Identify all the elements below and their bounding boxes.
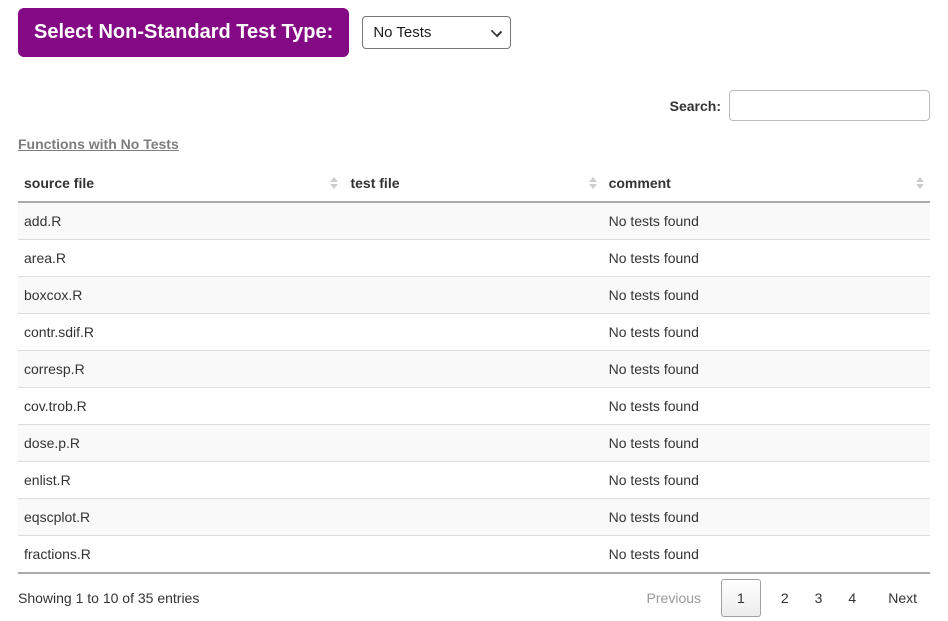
sort-icon: [330, 177, 339, 189]
sort-icon: [916, 177, 924, 189]
search-input[interactable]: [729, 90, 930, 121]
table-row[interactable]: cov.trob.R No tests found: [18, 387, 930, 425]
pagination: Previous 1 2 3 4 Next: [634, 579, 930, 617]
cell-test-file: [344, 535, 603, 574]
pagination-page-1[interactable]: 1: [721, 579, 761, 617]
test-type-select-wrap: No Tests: [362, 16, 512, 49]
cell-test-file: [344, 202, 603, 240]
section-link-functions-no-tests[interactable]: Functions with No Tests: [18, 136, 179, 152]
cell-comment: No tests found: [602, 424, 930, 462]
table-footer: Showing 1 to 10 of 35 entries Previous 1…: [18, 579, 930, 617]
cell-source-file: corresp.R: [18, 350, 345, 388]
cell-source-file: eqscplot.R: [18, 498, 345, 536]
cell-source-file: enlist.R: [18, 461, 345, 499]
cell-test-file: [344, 387, 603, 425]
test-type-label: Select Non-Standard Test Type:: [18, 8, 350, 57]
cell-comment: No tests found: [602, 498, 930, 536]
table-header-row: source file test file comment: [18, 165, 930, 203]
test-type-control: Select Non-Standard Test Type: No Tests: [18, 8, 930, 57]
cell-source-file: cov.trob.R: [18, 387, 345, 425]
cell-source-file: contr.sdif.R: [18, 313, 345, 351]
cell-comment: No tests found: [602, 535, 930, 574]
col-header-comment-label: comment: [608, 175, 671, 191]
cell-comment: No tests found: [602, 350, 930, 388]
cell-test-file: [344, 350, 603, 388]
cell-comment: No tests found: [602, 313, 930, 351]
cell-test-file: [344, 239, 603, 277]
table-row[interactable]: area.R No tests found: [18, 239, 930, 277]
cell-comment: No tests found: [602, 239, 930, 277]
table-row[interactable]: corresp.R No tests found: [18, 350, 930, 388]
table-row[interactable]: dose.p.R No tests found: [18, 424, 930, 462]
pagination-page-3[interactable]: 3: [802, 580, 836, 616]
cell-test-file: [344, 461, 603, 499]
col-header-source-file[interactable]: source file: [18, 165, 345, 203]
col-header-comment[interactable]: comment: [602, 165, 930, 203]
col-header-source-file-label: source file: [24, 175, 95, 191]
results-table: source file test file comment add.R No t…: [18, 165, 930, 574]
col-header-test-file[interactable]: test file: [344, 165, 603, 203]
table-info: Showing 1 to 10 of 35 entries: [18, 590, 200, 606]
pagination-page-4[interactable]: 4: [835, 580, 869, 616]
table-row[interactable]: enlist.R No tests found: [18, 461, 930, 499]
cell-comment: No tests found: [602, 202, 930, 240]
search-label: Search:: [669, 97, 721, 114]
cell-source-file: fractions.R: [18, 535, 345, 574]
cell-comment: No tests found: [602, 387, 930, 425]
pagination-page-2[interactable]: 2: [768, 580, 802, 616]
pagination-previous[interactable]: Previous: [634, 580, 714, 616]
cell-comment: No tests found: [602, 276, 930, 314]
sort-icon: [588, 177, 597, 189]
cell-comment: No tests found: [602, 461, 930, 499]
cell-source-file: area.R: [18, 239, 345, 277]
cell-source-file: add.R: [18, 202, 345, 240]
table-row[interactable]: contr.sdif.R No tests found: [18, 313, 930, 351]
cell-test-file: [344, 313, 603, 351]
table-row[interactable]: fractions.R No tests found: [18, 535, 930, 574]
table-row[interactable]: add.R No tests found: [18, 202, 930, 240]
table-row[interactable]: eqscplot.R No tests found: [18, 498, 930, 536]
cell-source-file: dose.p.R: [18, 424, 345, 462]
search-bar: Search:: [18, 90, 930, 121]
pagination-next[interactable]: Next: [875, 580, 930, 616]
cell-test-file: [344, 276, 603, 314]
test-type-select[interactable]: No Tests: [362, 16, 512, 49]
col-header-test-file-label: test file: [350, 175, 400, 191]
cell-source-file: boxcox.R: [18, 276, 345, 314]
table-row[interactable]: boxcox.R No tests found: [18, 276, 930, 314]
cell-test-file: [344, 424, 603, 462]
cell-test-file: [344, 498, 603, 536]
